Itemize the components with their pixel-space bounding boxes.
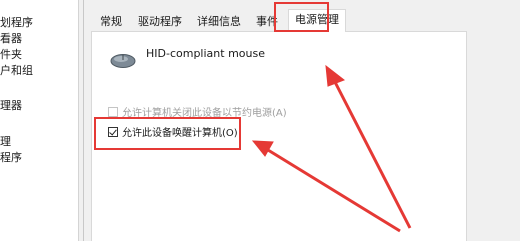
tree-item[interactable]: 程序 [0, 151, 22, 165]
allow-wake-checkbox[interactable] [108, 126, 118, 137]
tab-driver[interactable]: 驱动程序 [131, 11, 189, 30]
tree-item[interactable]: 理 [0, 135, 11, 149]
tree-item[interactable]: 划程序 [0, 16, 33, 30]
device-properties-dialog: 常规 驱动程序 详细信息 事件 电源管理 HID-compliant mouse… [79, 0, 520, 241]
tab-general[interactable]: 常规 [93, 11, 129, 30]
tab-power-management[interactable]: 电源管理 [288, 9, 346, 32]
dialog-edge [83, 0, 84, 241]
mouse-icon [110, 54, 136, 68]
allow-wake-option[interactable]: 允许此设备唤醒计算机(O) [108, 124, 238, 139]
allow-power-off-checkbox[interactable] [108, 106, 118, 117]
tree-item[interactable]: 户和组 [0, 64, 33, 78]
allow-power-off-label: 允许计算机关闭此设备以节约电源(A) [122, 108, 287, 119]
device-name: HID-compliant mouse [146, 47, 265, 60]
tree-item[interactable]: 看器 [0, 32, 22, 46]
tab-details[interactable]: 详细信息 [191, 11, 247, 30]
computer-management-tree: 划程序 看器 件夹 户和组 理器 理 程序 [0, 0, 78, 241]
allow-wake-label: 允许此设备唤醒计算机(O) [122, 128, 238, 139]
power-management-panel: HID-compliant mouse 允许计算机关闭此设备以节约电源(A) 允… [91, 31, 467, 241]
screenshot-stage: 划程序 看器 件夹 户和组 理器 理 程序 常规 驱动程序 详细信息 事件 电源… [0, 0, 520, 241]
tree-item[interactable]: 件夹 [0, 48, 22, 62]
tab-events[interactable]: 事件 [249, 11, 285, 30]
allow-power-off-option[interactable]: 允许计算机关闭此设备以节约电源(A) [108, 104, 287, 119]
tree-item[interactable]: 理器 [0, 99, 22, 113]
